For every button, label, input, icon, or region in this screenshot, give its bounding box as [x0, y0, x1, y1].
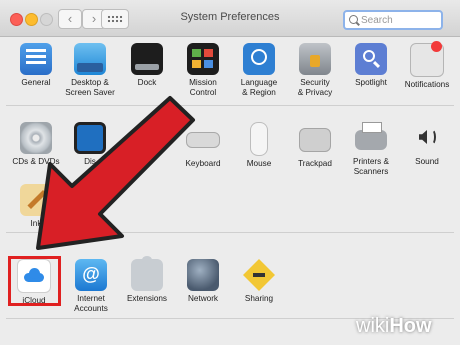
pane-dock[interactable]: Dock: [116, 43, 178, 88]
pane-keyboard[interactable]: Keyboard: [172, 122, 234, 169]
pane-notifications[interactable]: Notifications: [396, 41, 458, 90]
general-icon: [20, 43, 52, 75]
mission-control-icon: [187, 43, 219, 75]
pane-label: Security & Privacy: [297, 78, 333, 97]
icloud-highlight-box: [8, 256, 61, 306]
wikihow-watermark: wikiHow: [356, 312, 458, 340]
back-button[interactable]: ‹: [58, 9, 82, 29]
energy-icon: [131, 122, 163, 154]
search-icon: [349, 15, 358, 24]
pane-energy-saver[interactable]: [116, 122, 178, 157]
pane-security-privacy[interactable]: Security & Privacy: [284, 43, 346, 98]
pane-label: Keyboard: [185, 159, 221, 168]
watermark-how: How: [389, 315, 432, 337]
desktop-icon: [74, 43, 106, 75]
window-title: System Preferences: [180, 11, 280, 23]
pane-label: Notifications: [404, 80, 450, 89]
pane-label: General: [21, 78, 51, 87]
pane-sound[interactable]: Sound: [396, 122, 458, 167]
zoom-window-button[interactable]: [40, 13, 53, 26]
pane-label: Spotlight: [355, 78, 387, 87]
cd-icon: [20, 122, 52, 154]
sharing-icon: [243, 259, 275, 291]
pane-mouse[interactable]: Mouse: [228, 122, 290, 169]
toolbar: ‹ › System Preferences: [0, 0, 460, 37]
pane-internet-accounts[interactable]: Internet Accounts: [60, 259, 122, 314]
puzzle-icon: [131, 256, 163, 291]
pane-desktop-screen-saver[interactable]: Desktop & Screen Saver: [59, 43, 121, 98]
pane-label: Dis: [84, 157, 96, 166]
search-field[interactable]: [343, 10, 443, 30]
spotlight-icon: [355, 43, 387, 75]
pane-printers-scanners[interactable]: Printers & Scanners: [340, 122, 402, 177]
pane-network[interactable]: Network: [172, 259, 234, 304]
mouse-icon: [250, 122, 268, 156]
show-all-button[interactable]: [101, 9, 129, 29]
pane-label: Internet Accounts: [74, 294, 108, 313]
notifications-icon: [410, 41, 444, 77]
pane-label: Mission Control: [189, 78, 217, 97]
pane-spotlight[interactable]: Spotlight: [340, 43, 402, 88]
watermark-wiki: wiki: [356, 315, 390, 337]
pane-label: Mouse: [246, 159, 272, 168]
pane-general[interactable]: General: [5, 43, 67, 88]
pane-trackpad[interactable]: Trackpad: [284, 122, 346, 169]
pane-label: Trackpad: [298, 159, 332, 168]
personal-section: General Desktop & Screen Saver Dock Miss…: [0, 37, 460, 105]
grid-icon: [107, 15, 123, 23]
pane-label: Extensions: [126, 294, 168, 303]
pane-label: CDs & DVDs: [12, 157, 60, 166]
displays-icon: [74, 122, 106, 154]
pane-label: Printers & Scanners: [353, 157, 389, 176]
dock-icon: [131, 43, 163, 75]
internet-section: iCloud Internet Accounts Extensions Netw…: [0, 233, 460, 317]
pane-label: Dock: [137, 78, 157, 87]
printer-icon: [355, 122, 387, 150]
pane-label: Ink: [30, 219, 42, 228]
minimize-window-button[interactable]: [25, 13, 38, 26]
search-input[interactable]: [361, 12, 437, 28]
pane-language-region[interactable]: Language & Region: [228, 43, 290, 98]
pane-mission-control[interactable]: Mission Control: [172, 43, 234, 98]
system-preferences-window: ‹ › System Preferences General Desktop &…: [0, 0, 460, 345]
pane-label: Sharing: [244, 294, 274, 303]
pane-ink[interactable]: Ink: [5, 184, 67, 229]
globe-icon: [187, 259, 219, 291]
pane-cds-dvds[interactable]: CDs & DVDs: [5, 122, 67, 167]
pane-extensions[interactable]: Extensions: [116, 256, 178, 304]
pane-label: Desktop & Screen Saver: [65, 78, 115, 97]
speaker-icon: [411, 122, 443, 154]
pane-displays[interactable]: Dis: [59, 122, 121, 167]
language-icon: [243, 43, 275, 75]
trackpad-icon: [299, 128, 331, 152]
at-icon: [75, 259, 107, 291]
pane-sharing[interactable]: Sharing: [228, 259, 290, 304]
security-icon: [299, 43, 331, 75]
keyboard-icon: [186, 132, 220, 148]
pane-label: Language & Region: [240, 78, 278, 97]
pane-label: Network: [187, 294, 219, 303]
pane-label: Sound: [415, 157, 439, 166]
ink-icon: [20, 184, 52, 216]
hardware-section: CDs & DVDs Dis Keyboard Mouse Trackpad P…: [0, 106, 460, 232]
close-window-button[interactable]: [10, 13, 23, 26]
